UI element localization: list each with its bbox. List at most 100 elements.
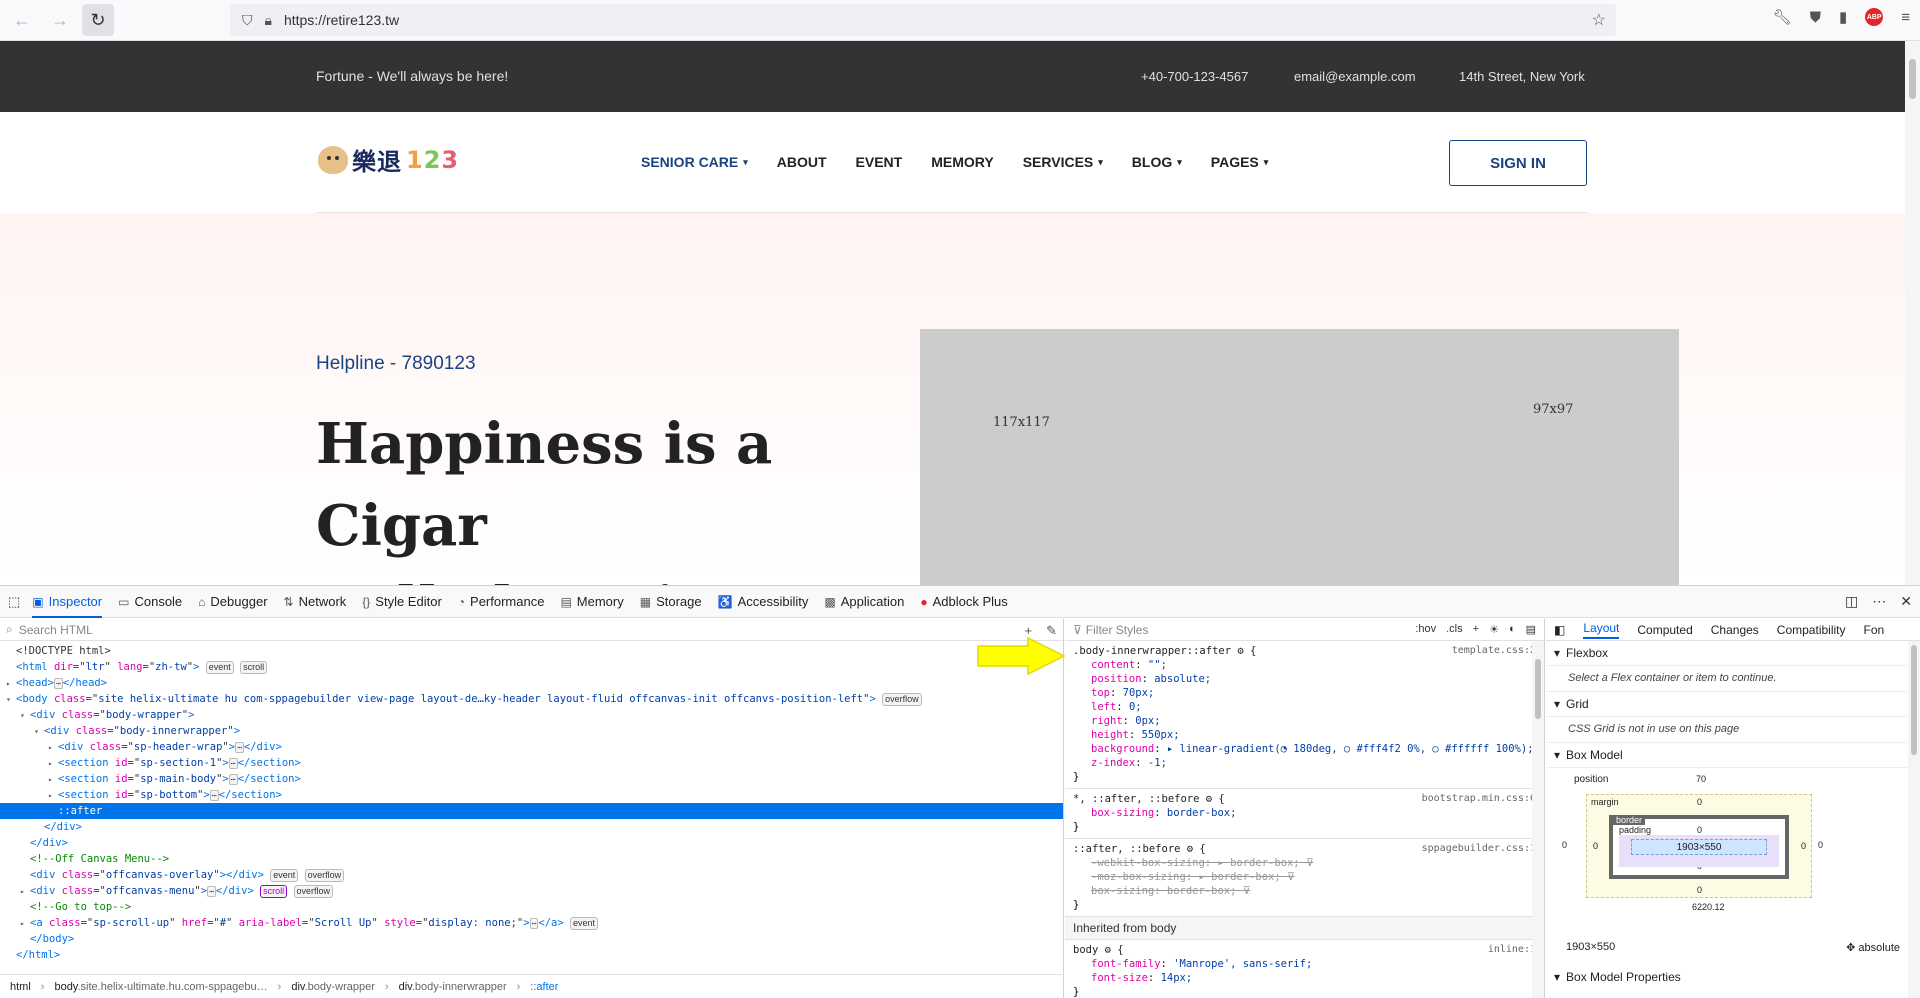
property-name[interactable]: z-index <box>1091 757 1135 769</box>
markup-node[interactable]: ▸ <div class="sp-header-wrap"> ⋯ </div> <box>0 739 1063 755</box>
grid-section-header[interactable]: ▾ Grid <box>1546 692 1920 717</box>
filter-styles-input[interactable]: Filter Styles <box>1086 623 1149 637</box>
property-value[interactable]: 14px; <box>1161 972 1193 984</box>
node-badge[interactable]: overflow <box>882 693 922 706</box>
url-bar[interactable]: ⛉ 🔒︎ https://retire123.tw ☆ <box>230 4 1616 36</box>
property-value[interactable]: 0px; <box>1135 715 1160 727</box>
tab-accessibility[interactable]: ♿ Accessibility <box>718 586 809 618</box>
collapsed-twisty-icon[interactable]: ▸ <box>48 740 58 756</box>
add-rule-icon[interactable]: + <box>1473 623 1479 636</box>
css-declaration[interactable]: left: 0; <box>1073 700 1536 714</box>
expand-ellipsis[interactable]: ⋯ <box>228 774 238 785</box>
expanded-twisty-icon[interactable]: ▾ <box>34 724 44 740</box>
adblock-plus-icon[interactable]: ABP <box>1865 8 1884 26</box>
nav-item-event[interactable]: EVENT <box>856 154 903 170</box>
node-badge[interactable]: event <box>270 869 299 882</box>
collapsed-twisty-icon[interactable]: ▸ <box>48 772 58 788</box>
expand-ellipsis[interactable]: ⋯ <box>235 742 244 753</box>
tab-performance[interactable]: ◔ Performance <box>458 586 545 618</box>
breadcrumb-item[interactable]: div.body-wrapper <box>291 981 375 993</box>
nav-item-senior-care[interactable]: SENIOR CARE ▾ <box>641 154 748 170</box>
dock-icon[interactable]: ◫ <box>1845 593 1858 610</box>
css-rule[interactable]: ::after, ::before ⚙ {sppagebuilder.css:1… <box>1065 839 1544 917</box>
tab-adblock-plus[interactable]: ● Adblock Plus <box>920 586 1007 618</box>
pocket-icon[interactable]: ⛊ <box>1810 9 1821 26</box>
markup-node[interactable]: ▸ <section id="sp-main-body"> ⋯ </section> <box>0 771 1063 787</box>
nav-item-memory[interactable]: MEMORY <box>931 154 993 170</box>
margin-top-value[interactable]: 0 <box>1697 797 1702 807</box>
phone-link[interactable]: +40-700-123-4567 <box>1141 69 1248 84</box>
markup-node[interactable]: ::after <box>0 803 1063 819</box>
tab-memory[interactable]: ▤ Memory <box>560 586 623 618</box>
position-right-value[interactable]: 0 <box>1818 840 1823 850</box>
property-name[interactable]: font-family <box>1091 958 1161 970</box>
markup-node[interactable]: </div> <box>0 835 1063 851</box>
node-badge[interactable]: scroll <box>240 661 268 674</box>
css-declaration[interactable]: font-size: 14px; <box>1073 971 1536 985</box>
tab-storage[interactable]: ▦ Storage <box>640 586 702 618</box>
email-link[interactable]: email@example.com <box>1294 69 1416 84</box>
tab-debugger[interactable]: ⌂ Debugger <box>198 586 267 618</box>
url-text[interactable]: https://retire123.tw <box>284 12 399 28</box>
dark-mode-icon[interactable]: ◐ <box>1509 623 1516 636</box>
rule-selector[interactable]: body ⚙ { <box>1073 943 1536 957</box>
filter-icon[interactable]: ⊽ <box>1281 871 1295 883</box>
light-mode-icon[interactable]: ☀ <box>1489 623 1499 636</box>
tab-network[interactable]: ⇅ Network <box>284 586 347 618</box>
site-logo[interactable]: 樂退 123 <box>318 142 459 177</box>
expand-ellipsis[interactable]: ⋯ <box>209 790 219 801</box>
css-declaration[interactable]: font-family: 'Manrope', sans-serif; <box>1073 957 1536 971</box>
lock-icon[interactable]: 🔒︎ <box>265 12 272 29</box>
breadcrumb-item[interactable]: div.body-innerwrapper <box>399 981 507 993</box>
position-left-value[interactable]: 0 <box>1562 840 1567 850</box>
property-value[interactable]: border-box; <box>1167 885 1237 897</box>
nav-item-about[interactable]: ABOUT <box>777 154 827 170</box>
expand-ellipsis[interactable]: ⋯ <box>53 678 63 689</box>
tab-inspector[interactable]: ▣ Inspector <box>32 586 103 618</box>
collapsed-twisty-icon[interactable]: ▸ <box>48 788 58 804</box>
markup-node[interactable]: <html dir="ltr" lang="zh-tw"> event scro… <box>0 659 1063 675</box>
markup-node[interactable]: ▸ <head> ⋯ </head> <box>0 675 1063 691</box>
markup-node[interactable]: ▾ <div class="body-innerwrapper"> <box>0 723 1063 739</box>
menu-icon[interactable]: ≡ <box>1901 9 1910 26</box>
css-declaration[interactable]: position: absolute; <box>1073 672 1536 686</box>
property-name[interactable]: content <box>1091 659 1135 671</box>
markup-node[interactable]: ▾ <body class="site helix-ultimate hu com… <box>0 691 1063 707</box>
property-name[interactable]: right <box>1091 715 1123 727</box>
rules-scrollbar[interactable] <box>1532 641 1544 998</box>
collapsed-twisty-icon[interactable]: ▸ <box>20 884 30 900</box>
css-declaration[interactable]: content: ""; <box>1073 658 1536 672</box>
more-options-icon[interactable]: ⋯ <box>1872 593 1886 610</box>
pick-element-icon[interactable]: ⬚ <box>8 586 20 618</box>
back-button[interactable]: ← <box>6 4 38 36</box>
box-model-properties-header[interactable]: ▾ Box Model Properties <box>1546 965 1906 989</box>
expanded-twisty-icon[interactable]: ▾ <box>20 708 30 724</box>
breadcrumb-item[interactable]: ::after <box>530 981 558 993</box>
css-declaration[interactable]: -moz-box-sizing: ▸ border-box; ⊽ <box>1073 870 1536 884</box>
property-value[interactable]: ▸ border-box; <box>1198 871 1280 883</box>
node-badge[interactable]: scroll <box>260 885 288 898</box>
hov-toggle[interactable]: :hov <box>1415 623 1436 636</box>
content-box[interactable]: 1903×550 <box>1631 839 1767 855</box>
property-name[interactable]: -moz-box-sizing <box>1091 871 1186 883</box>
node-badge[interactable]: overflow <box>304 869 345 882</box>
tab-fon[interactable]: Fon <box>1864 623 1885 637</box>
markup-node[interactable]: ▸ <a class="sp-scroll-up" href="#" aria-l… <box>0 915 1063 931</box>
markup-node[interactable]: </body> <box>0 931 1063 947</box>
page-scrollbar[interactable] <box>1905 41 1920 585</box>
markup-node[interactable]: </div> <box>0 819 1063 835</box>
markup-node[interactable]: ▾ <div class="body-wrapper"> <box>0 707 1063 723</box>
property-value[interactable]: ▸ border-box; <box>1217 857 1299 869</box>
expand-ellipsis[interactable]: ⋯ <box>228 758 238 769</box>
css-declaration[interactable]: box-sizing: border-box; ⊽ <box>1073 884 1536 898</box>
markup-node[interactable]: <!--Off Canvas Menu--> <box>0 851 1063 867</box>
flexbox-section-header[interactable]: ▾ Flexbox <box>1546 641 1920 666</box>
markup-node[interactable]: ▸ <div class="offcanvas-menu"> ⋯ </div> scr… <box>0 883 1063 899</box>
property-value[interactable]: border-box; <box>1167 807 1237 819</box>
property-name[interactable]: font-size <box>1091 972 1148 984</box>
property-name[interactable]: box-sizing <box>1091 807 1154 819</box>
nav-item-pages[interactable]: PAGES ▾ <box>1211 154 1269 170</box>
property-name[interactable]: height <box>1091 729 1129 741</box>
property-name[interactable]: background <box>1091 743 1154 755</box>
wrench-icon[interactable]: 🔧︎ <box>1773 8 1792 26</box>
